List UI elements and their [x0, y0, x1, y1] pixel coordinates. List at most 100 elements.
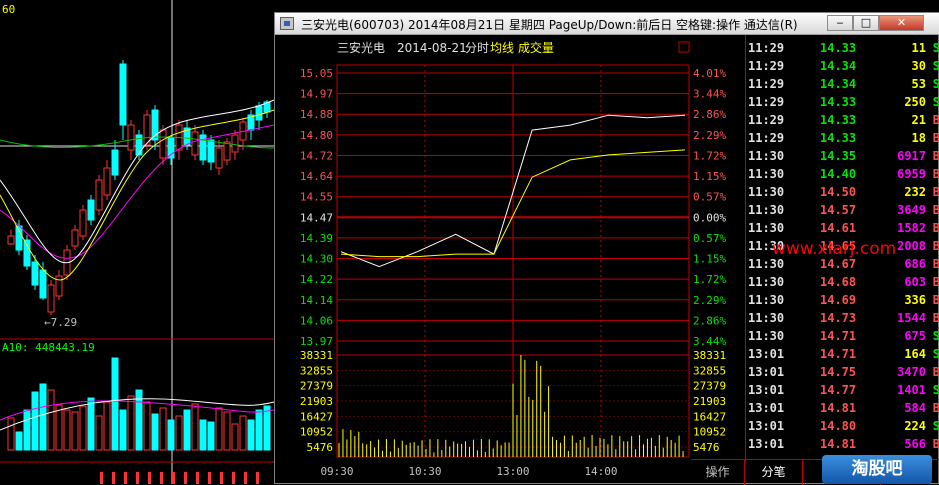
- tick-row[interactable]: 13:01 14.77 1401 S: [746, 381, 939, 399]
- tick-row[interactable]: 11:29 14.33 18 B: [746, 129, 939, 147]
- indicator-bar: [196, 472, 199, 484]
- kline-candle: [191, 131, 199, 156]
- price-tick-label: 14.22: [300, 273, 333, 286]
- kline-candle: [55, 275, 63, 297]
- tick-side: B: [932, 257, 939, 271]
- volume-tick-label: 27379: [693, 380, 726, 393]
- indicator-bar: [232, 472, 235, 484]
- tick-side: S: [932, 347, 939, 361]
- kline-volume-bar: [15, 431, 23, 451]
- kline-volume-bar: [7, 417, 15, 451]
- tick-volume: 3470: [897, 365, 926, 379]
- tick-row[interactable]: 11:29 14.34 53 S: [746, 75, 939, 93]
- tick-side: B: [932, 221, 939, 235]
- price-tick-label: 14.88: [300, 108, 333, 121]
- tick-row[interactable]: 11:29 14.34 30 S: [746, 57, 939, 75]
- kline-volume-bar: [255, 409, 263, 451]
- kline-volume-bar: [167, 419, 175, 451]
- tick-row[interactable]: 11:30 14.50 232 B: [746, 183, 939, 201]
- price-tick-label: 14.47: [300, 211, 333, 224]
- tick-time: 13:01: [748, 437, 785, 451]
- kline-volume-bar: [71, 411, 79, 451]
- tick-time: 13:01: [748, 365, 785, 379]
- tick-row[interactable]: 13:01 14.81 584 B: [746, 399, 939, 417]
- price-tick-label: 14.64: [300, 170, 333, 183]
- kline-volume-bar: [119, 409, 127, 451]
- tab-operate[interactable]: 操作: [691, 460, 745, 485]
- tick-side: S: [932, 59, 939, 73]
- avg-line-label: 均线: [490, 41, 514, 55]
- indicator-bar: [160, 472, 163, 484]
- maximize-button[interactable]: □: [853, 15, 879, 31]
- tick-time: 11:30: [748, 185, 785, 199]
- tick-volume: 11: [911, 41, 926, 55]
- time-tick-label: 10:30: [408, 465, 441, 478]
- corner-box-icon[interactable]: [678, 41, 690, 53]
- tick-row[interactable]: 13:01 14.81 566 B: [746, 435, 939, 453]
- tick-row[interactable]: 11:30 14.57 3649 B: [746, 201, 939, 219]
- tick-row[interactable]: 11:30 14.73 1544 B: [746, 309, 939, 327]
- close-button[interactable]: ✕: [879, 15, 924, 31]
- intraday-chart[interactable]: 三安光电 2014-08-21 分时 均线 成交量 15.05 4.01% 14.9…: [275, 35, 745, 485]
- tick-row[interactable]: 13:01 14.71 164 S: [746, 345, 939, 363]
- minimize-button[interactable]: ‒: [827, 15, 853, 31]
- volume-tick-label: 16427: [300, 410, 333, 423]
- tick-price: 14.67: [820, 257, 857, 271]
- price-tick-label: 14.06: [300, 314, 333, 327]
- kline-volume-bar: [79, 405, 87, 451]
- tick-row[interactable]: 11:29 14.33 250 S: [746, 93, 939, 111]
- tick-volume: 3649: [897, 203, 926, 217]
- tick-row[interactable]: 11:30 14.69 336 B: [746, 291, 939, 309]
- tick-row[interactable]: 11:30 14.68 603 B: [746, 273, 939, 291]
- tick-row[interactable]: 13:01 14.75 3470 B: [746, 363, 939, 381]
- kline-candle: [111, 149, 119, 176]
- tick-volume: 18: [911, 131, 926, 145]
- tick-price: 14.33: [820, 113, 857, 127]
- kline-candle: [31, 261, 39, 286]
- indicator-bar: [220, 472, 223, 484]
- tab-ticks[interactable]: 分笔: [745, 460, 803, 485]
- indicator-bar: [244, 472, 247, 484]
- tick-row[interactable]: 11:29 14.33 21 B: [746, 111, 939, 129]
- kline-volume-bar: [63, 409, 71, 451]
- indicator-bar: [124, 472, 127, 484]
- pct-tick-label: 0.57%: [693, 232, 726, 245]
- tick-row[interactable]: 11:30 14.40 6959 B: [746, 165, 939, 183]
- tick-row[interactable]: 11:30 14.35 6917 B: [746, 147, 939, 165]
- kline-volume-bar: [263, 405, 271, 451]
- kline-candle: [95, 179, 103, 211]
- kline-candle: [231, 134, 239, 153]
- tick-volume: 21: [911, 113, 926, 127]
- kline-volume-bar: [39, 383, 47, 451]
- kline-candle: [159, 129, 167, 159]
- tick-price: 14.34: [820, 77, 857, 91]
- window-title: 三安光电(600703) 2014年08月21日 星期四 PageUp/Down…: [301, 18, 798, 32]
- kline-volume-bar: [55, 404, 63, 451]
- pct-tick-label: 0.57%: [693, 191, 726, 204]
- tick-volume: 584: [904, 401, 926, 415]
- pct-tick-label: 1.15%: [693, 170, 726, 183]
- tick-volume: 30: [911, 59, 926, 73]
- kline-volume-bar: [175, 415, 183, 451]
- kline-volume-bar: [151, 413, 159, 451]
- volume-tick-label: 32855: [300, 364, 333, 377]
- tick-row[interactable]: 11:30 14.71 675 S: [746, 327, 939, 345]
- kline-candle: [223, 141, 231, 161]
- kline-candle: [79, 209, 87, 237]
- tick-time: 11:30: [748, 221, 785, 235]
- tick-time: 11:30: [748, 329, 785, 343]
- volume-label: 成交量: [518, 40, 554, 55]
- price-tick-label: 14.30: [300, 253, 333, 266]
- tick-side: B: [932, 437, 939, 451]
- kline-volume-bar: [223, 411, 231, 451]
- window-titlebar[interactable]: 三安光电(600703) 2014年08月21日 星期四 PageUp/Down…: [275, 13, 939, 35]
- tick-row[interactable]: 13:01 14.80 224 S: [746, 417, 939, 435]
- tick-time: 11:30: [748, 311, 785, 325]
- tick-row[interactable]: 11:29 14.33 11 S: [746, 39, 939, 57]
- kline-volume-bar: [159, 407, 167, 451]
- tick-price: 14.80: [820, 419, 857, 433]
- tick-time: 11:30: [748, 293, 785, 307]
- tick-row[interactable]: 11:30 14.61 1582 B: [746, 219, 939, 237]
- tick-price: 14.81: [820, 437, 857, 451]
- pct-tick-label: 4.01%: [693, 67, 726, 80]
